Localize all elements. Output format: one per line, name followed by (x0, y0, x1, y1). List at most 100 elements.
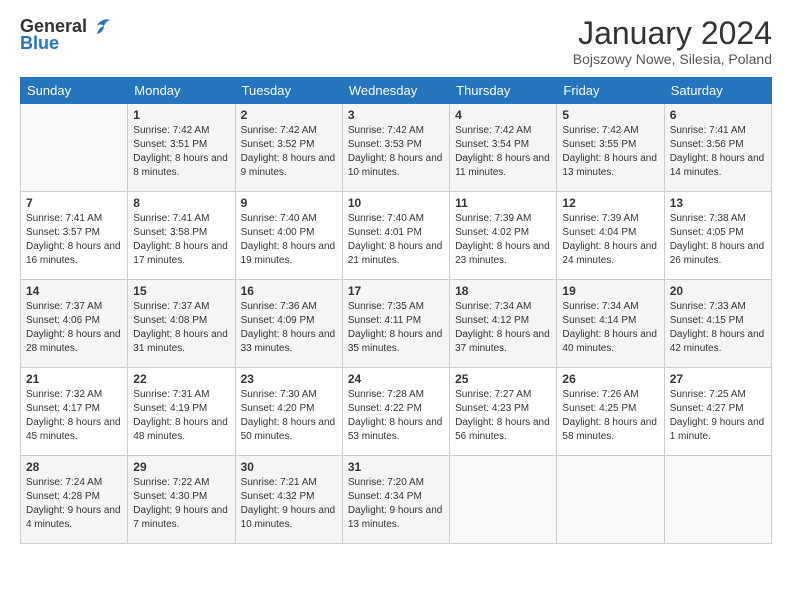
day-info: Sunrise: 7:33 AMSunset: 4:15 PMDaylight:… (670, 300, 766, 356)
table-row: 8Sunrise: 7:41 AMSunset: 3:58 PMDaylight… (128, 192, 235, 280)
table-row: 27 Sunrise: 7:25 AMSunset: 4:27 PMDayligh… (664, 368, 771, 456)
sunrise-text: Sunrise: 7:41 AM (670, 124, 766, 138)
day-number: 4 (455, 108, 551, 122)
table-row: 25Sunrise: 7:27 AMSunset: 4:23 PMDayligh… (450, 368, 557, 456)
sunrise-text: Sunrise: 7:34 AM (455, 300, 551, 314)
table-row: 28Sunrise: 7:24 AMSunset: 4:28 PMDayligh… (21, 456, 128, 544)
day-number: 29 (133, 460, 229, 474)
col-wednesday: Wednesday (342, 78, 449, 104)
col-friday: Friday (557, 78, 664, 104)
table-row: 11Sunrise: 7:39 AMSunset: 4:02 PMDayligh… (450, 192, 557, 280)
sunrise-text: Sunrise: 7:30 AM (241, 388, 337, 402)
day-info: Sunrise: 7:36 AMSunset: 4:09 PMDaylight:… (241, 300, 337, 356)
sunrise-text: Sunrise: 7:42 AM (562, 124, 658, 138)
daylight-text: Daylight: 8 hours and 24 minutes. (562, 240, 658, 268)
sunset-text: Sunset: 4:09 PM (241, 314, 337, 328)
table-row: 14Sunrise: 7:37 AMSunset: 4:06 PMDayligh… (21, 280, 128, 368)
logo-blue-text: Blue (20, 33, 59, 54)
day-info: Sunrise: 7:35 AMSunset: 4:11 PMDaylight:… (348, 300, 444, 356)
day-number: 15 (133, 284, 229, 298)
daylight-text: Daylight: 8 hours and 40 minutes. (562, 328, 658, 356)
sunrise-text: Sunrise: 7:25 AM (670, 388, 766, 402)
sunset-text: Sunset: 3:53 PM (348, 138, 444, 152)
daylight-text: Daylight: 8 hours and 56 minutes. (455, 416, 551, 444)
daylight-text: Daylight: 8 hours and 28 minutes. (26, 328, 122, 356)
daylight-text: Daylight: 9 hours and 10 minutes. (241, 504, 337, 532)
daylight-text: Daylight: 9 hours and 1 minute. (670, 416, 766, 444)
table-row: 10Sunrise: 7:40 AMSunset: 4:01 PMDayligh… (342, 192, 449, 280)
calendar-header-row: Sunday Monday Tuesday Wednesday Thursday… (21, 78, 772, 104)
sunrise-text: Sunrise: 7:41 AM (133, 212, 229, 226)
sunset-text: Sunset: 4:02 PM (455, 226, 551, 240)
col-thursday: Thursday (450, 78, 557, 104)
sunset-text: Sunset: 4:22 PM (348, 402, 444, 416)
day-info: Sunrise: 7:40 AMSunset: 4:00 PMDaylight:… (241, 212, 337, 268)
day-number: 5 (562, 108, 658, 122)
table-row (21, 104, 128, 192)
day-info: Sunrise: 7:20 AMSunset: 4:34 PMDaylight:… (348, 476, 444, 532)
table-row: 13Sunrise: 7:38 AMSunset: 4:05 PMDayligh… (664, 192, 771, 280)
daylight-text: Daylight: 8 hours and 37 minutes. (455, 328, 551, 356)
sunrise-text: Sunrise: 7:38 AM (670, 212, 766, 226)
sunset-text: Sunset: 3:52 PM (241, 138, 337, 152)
day-info: Sunrise: 7:39 AMSunset: 4:02 PMDaylight:… (455, 212, 551, 268)
daylight-text: Daylight: 8 hours and 45 minutes. (26, 416, 122, 444)
table-row (664, 456, 771, 544)
sunrise-text: Sunrise: 7:31 AM (133, 388, 229, 402)
sunset-text: Sunset: 4:06 PM (26, 314, 122, 328)
day-number: 2 (241, 108, 337, 122)
sunrise-text: Sunrise: 7:21 AM (241, 476, 337, 490)
logo: General Blue (20, 16, 111, 54)
day-number: 25 (455, 372, 551, 386)
sunrise-text: Sunrise: 7:33 AM (670, 300, 766, 314)
daylight-text: Daylight: 9 hours and 4 minutes. (26, 504, 122, 532)
table-row: 12Sunrise: 7:39 AMSunset: 4:04 PMDayligh… (557, 192, 664, 280)
day-number: 1 (133, 108, 229, 122)
table-row: 1Sunrise: 7:42 AMSunset: 3:51 PMDaylight… (128, 104, 235, 192)
sunrise-text: Sunrise: 7:32 AM (26, 388, 122, 402)
day-number: 30 (241, 460, 337, 474)
day-number: 24 (348, 372, 444, 386)
sunrise-text: Sunrise: 7:27 AM (455, 388, 551, 402)
day-info: Sunrise: 7:42 AMSunset: 3:54 PMDaylight:… (455, 124, 551, 180)
table-row: 2 Sunrise: 7:42 AMSunset: 3:52 PMDaylight… (235, 104, 342, 192)
day-number: 6 (670, 108, 766, 122)
day-number: 10 (348, 196, 444, 210)
sunset-text: Sunset: 3:58 PM (133, 226, 229, 240)
table-row: 3Sunrise: 7:42 AMSunset: 3:53 PMDaylight… (342, 104, 449, 192)
day-info: Sunrise: 7:38 AMSunset: 4:05 PMDaylight:… (670, 212, 766, 268)
daylight-text: Daylight: 8 hours and 26 minutes. (670, 240, 766, 268)
table-row: 31Sunrise: 7:20 AMSunset: 4:34 PMDayligh… (342, 456, 449, 544)
daylight-text: Daylight: 9 hours and 13 minutes. (348, 504, 444, 532)
sunrise-text: Sunrise: 7:35 AM (348, 300, 444, 314)
sunrise-text: Sunrise: 7:34 AM (562, 300, 658, 314)
table-row: 30Sunrise: 7:21 AMSunset: 4:32 PMDayligh… (235, 456, 342, 544)
sunrise-text: Sunrise: 7:42 AM (455, 124, 551, 138)
day-info: Sunrise: 7:37 AMSunset: 4:06 PMDaylight:… (26, 300, 122, 356)
sunset-text: Sunset: 4:05 PM (670, 226, 766, 240)
daylight-text: Daylight: 8 hours and 11 minutes. (455, 152, 551, 180)
sunrise-text: Sunrise: 7:41 AM (26, 212, 122, 226)
table-row: 23Sunrise: 7:30 AMSunset: 4:20 PMDayligh… (235, 368, 342, 456)
sunset-text: Sunset: 4:14 PM (562, 314, 658, 328)
calendar-week-3: 14Sunrise: 7:37 AMSunset: 4:06 PMDayligh… (21, 280, 772, 368)
day-info: Sunrise: 7:22 AMSunset: 4:30 PMDaylight:… (133, 476, 229, 532)
table-row: 22Sunrise: 7:31 AMSunset: 4:19 PMDayligh… (128, 368, 235, 456)
day-info: Sunrise: 7:37 AMSunset: 4:08 PMDaylight:… (133, 300, 229, 356)
sunrise-text: Sunrise: 7:40 AM (241, 212, 337, 226)
sunrise-text: Sunrise: 7:42 AM (133, 124, 229, 138)
day-info: Sunrise: 7:34 AMSunset: 4:14 PMDaylight:… (562, 300, 658, 356)
sunset-text: Sunset: 4:30 PM (133, 490, 229, 504)
daylight-text: Daylight: 8 hours and 13 minutes. (562, 152, 658, 180)
day-number: 27 (670, 372, 766, 386)
daylight-text: Daylight: 8 hours and 23 minutes. (455, 240, 551, 268)
daylight-text: Daylight: 8 hours and 42 minutes. (670, 328, 766, 356)
sunset-text: Sunset: 4:27 PM (670, 402, 766, 416)
sunset-text: Sunset: 4:19 PM (133, 402, 229, 416)
day-info: Sunrise: 7:41 AMSunset: 3:56 PMDaylight:… (670, 124, 766, 180)
table-row: 19Sunrise: 7:34 AMSunset: 4:14 PMDayligh… (557, 280, 664, 368)
daylight-text: Daylight: 8 hours and 58 minutes. (562, 416, 658, 444)
daylight-text: Daylight: 8 hours and 14 minutes. (670, 152, 766, 180)
day-info: Sunrise: 7:28 AMSunset: 4:22 PMDaylight:… (348, 388, 444, 444)
day-info: Sunrise: 7:42 AMSunset: 3:52 PMDaylight:… (241, 124, 337, 180)
